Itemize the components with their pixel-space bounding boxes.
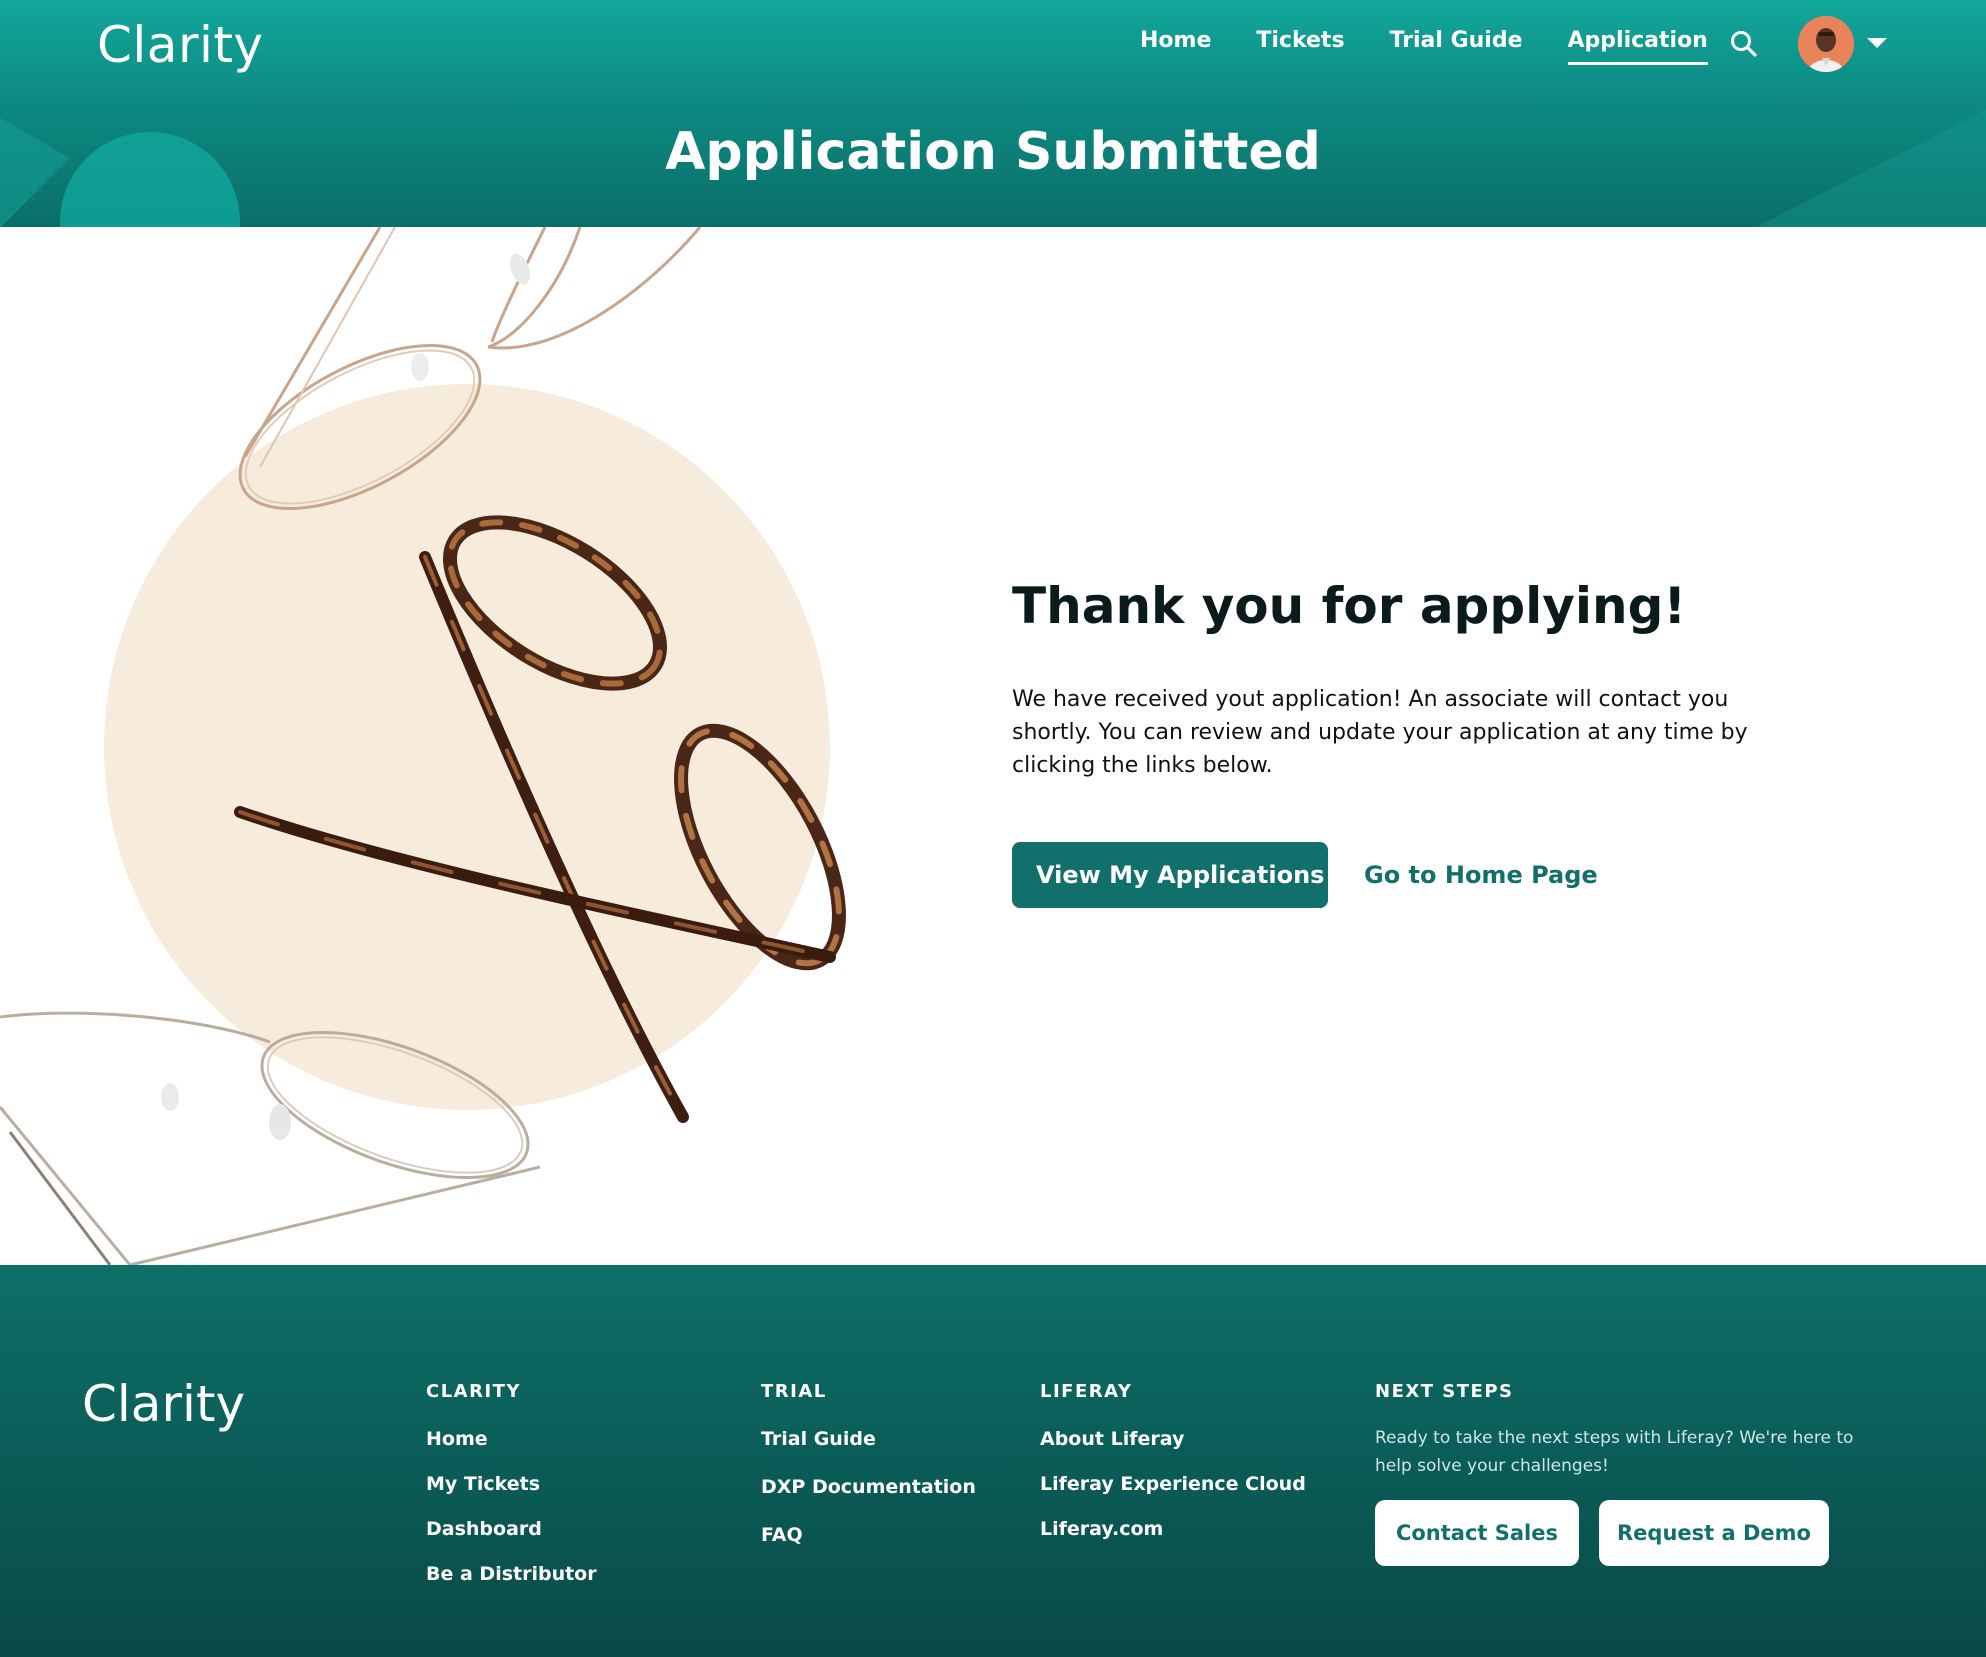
confirmation-actions: View My Applications Go to Home Page	[1012, 842, 1772, 908]
nav-trial-guide[interactable]: Trial Guide	[1390, 28, 1523, 65]
chevron-down-icon[interactable]	[1867, 38, 1887, 48]
footer-link-liferay-com[interactable]: Liferay.com	[1040, 1518, 1306, 1540]
user-avatar[interactable]	[1798, 16, 1854, 72]
footer-link-faq[interactable]: FAQ	[761, 1524, 976, 1546]
confirmation-heading: Thank you for applying!	[1012, 577, 1687, 635]
confirmation-panel: Thank you for applying! We have received…	[1012, 577, 1772, 908]
contact-sales-button[interactable]: Contact Sales	[1375, 1500, 1579, 1566]
confirmation-message: We have received yout application! An as…	[1012, 687, 1748, 778]
go-to-home-page-link[interactable]: Go to Home Page	[1364, 861, 1598, 889]
footer-link-about-liferay[interactable]: About Liferay	[1040, 1428, 1306, 1450]
footer-column-clarity: CLARITY Home My Tickets Dashboard Be a D…	[426, 1381, 597, 1608]
site-header: Clarity Home Tickets Trial Guide Applica…	[0, 0, 1986, 227]
footer-link-dashboard[interactable]: Dashboard	[426, 1518, 597, 1540]
search-icon[interactable]	[1728, 28, 1760, 60]
brand-logo[interactable]: Clarity	[97, 16, 264, 74]
footer-column-title: CLARITY	[426, 1381, 521, 1402]
main-nav: Home Tickets Trial Guide Application	[1140, 28, 1753, 65]
footer-link-trial-guide[interactable]: Trial Guide	[761, 1428, 976, 1450]
footer-column-trial: TRIAL Trial Guide DXP Documentation FAQ	[761, 1381, 976, 1572]
footer-brand-logo[interactable]: Clarity	[82, 1375, 245, 1433]
nav-tickets[interactable]: Tickets	[1256, 28, 1344, 65]
footer-column-title: TRIAL	[761, 1381, 827, 1402]
footer-column-liferay: LIFERAY About Liferay Liferay Experience…	[1040, 1381, 1306, 1563]
site-footer: Clarity CLARITY Home My Tickets Dashboar…	[0, 1265, 1986, 1657]
nav-home[interactable]: Home	[1140, 28, 1211, 65]
footer-link-be-a-distributor[interactable]: Be a Distributor	[426, 1563, 597, 1585]
footer-column-title: LIFERAY	[1040, 1381, 1133, 1402]
footer-link-dxp-documentation[interactable]: DXP Documentation	[761, 1476, 976, 1498]
page-title: Application Submitted	[665, 122, 1321, 182]
request-a-demo-button[interactable]: Request a Demo	[1599, 1500, 1829, 1566]
glasses-illustration	[0, 227, 846, 1265]
footer-link-home[interactable]: Home	[426, 1428, 597, 1450]
view-my-applications-button[interactable]: View My Applications	[1012, 842, 1328, 908]
next-steps-actions: Contact Sales Request a Demo	[1375, 1500, 1855, 1566]
nav-application[interactable]: Application	[1567, 28, 1708, 65]
footer-column-title: NEXT STEPS	[1375, 1381, 1514, 1402]
main-content: Thank you for applying! We have received…	[0, 227, 1986, 1265]
footer-link-liferay-experience-cloud[interactable]: Liferay Experience Cloud	[1040, 1473, 1306, 1495]
footer-link-my-tickets[interactable]: My Tickets	[426, 1473, 597, 1495]
next-steps-text: Ready to take the next steps with Lifera…	[1375, 1428, 1854, 1476]
footer-column-next-steps: NEXT STEPS Ready to take the next steps …	[1375, 1381, 1855, 1566]
